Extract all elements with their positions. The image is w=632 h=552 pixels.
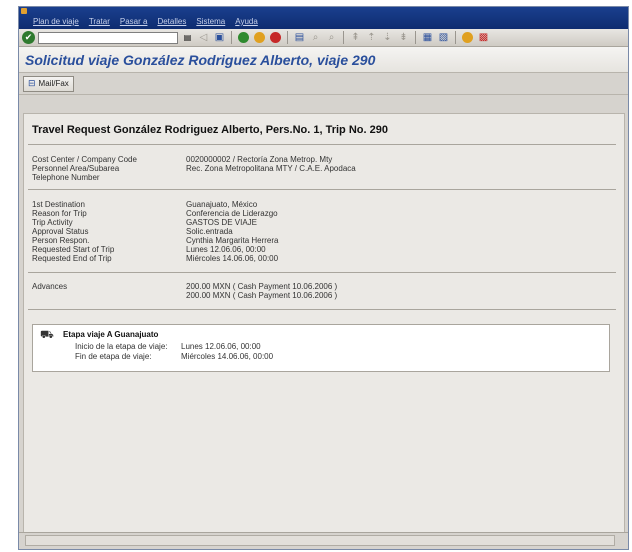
system-menu-icon[interactable] (21, 8, 27, 14)
print-icon[interactable]: ▤ (293, 31, 306, 44)
requested-end-value: Miércoles 14.06.06, 00:00 (186, 254, 279, 263)
trip-stage-box: ⛟ Etapa viaje A Guanajuato Inicio de la … (32, 324, 610, 372)
telephone-label: Telephone Number (32, 173, 100, 182)
last-page-icon[interactable]: ⇟ (397, 31, 410, 44)
reason-label: Reason for Trip (32, 209, 87, 218)
standard-toolbar: ✔ ▤ ◁ ▣ ▤ ⌕ ⌕ ⇞ ⇡ ⇣ ⇟ ▦ ▧ ▩ (19, 29, 628, 47)
destination-label: 1st Destination (32, 200, 85, 209)
stage-start-value: Lunes 12.06.06, 00:00 (181, 342, 261, 351)
menu-tratar[interactable]: Tratar (89, 17, 110, 29)
menu-bar: Plan de viaje Tratar Pasar a Detalles Si… (19, 7, 628, 29)
screen-title: Solicitud viaje González Rodriguez Alber… (25, 51, 376, 68)
personnel-area-label: Personnel Area/Subarea (32, 164, 120, 173)
application-toolbar: ⊟ Mail/Fax (19, 73, 628, 95)
cost-center-value: 0020000002 / Rectoría Zona Metrop. Mty (186, 155, 333, 164)
mail-fax-button[interactable]: ⊟ Mail/Fax (23, 75, 74, 92)
trip-summary-panel: Travel Request González Rodriguez Albert… (23, 113, 625, 533)
sap-window: Plan de viaje Tratar Pasar a Detalles Si… (18, 6, 629, 550)
stage-end-value: Miércoles 14.06.06, 00:00 (181, 352, 274, 361)
cost-center-label: Cost Center / Company Code (32, 155, 137, 164)
screen-title-bar: Solicitud viaje González Rodriguez Alber… (19, 47, 628, 73)
status-bar (19, 532, 628, 549)
travel-request-heading: Travel Request González Rodriguez Albert… (32, 124, 388, 136)
approval-status-value: Solic.entrada (186, 227, 233, 236)
divider (28, 189, 616, 190)
mail-fax-label: Mail/Fax (38, 79, 69, 88)
back-arrow-icon[interactable]: ◁ (197, 31, 210, 44)
activity-value: GASTOS DE VIAJE (186, 218, 257, 227)
enter-icon[interactable]: ✔ (22, 31, 35, 44)
requested-start-value: Lunes 12.06.06, 00:00 (186, 245, 266, 254)
status-message-field (25, 535, 615, 546)
activity-label: Trip Activity (32, 218, 73, 227)
toolbar-separator (343, 31, 344, 44)
advance-value-1: 200.00 MXN ( Cash Payment 10.06.2006 ) (186, 282, 338, 291)
reason-value: Conferencia de Liderazgo (186, 209, 278, 218)
help-icon[interactable] (461, 31, 474, 44)
stage-title: Etapa viaje A Guanajuato (63, 330, 159, 339)
stage-start-label: Inicio de la etapa de viaje: (75, 342, 168, 351)
next-page-icon[interactable]: ⇣ (381, 31, 394, 44)
menu-detalles[interactable]: Detalles (157, 17, 186, 29)
requested-start-label: Requested Start of Trip (32, 245, 115, 254)
back-icon[interactable] (237, 31, 250, 44)
person-responsible-value: Cynthia Margarita Herrera (186, 236, 279, 245)
divider (28, 309, 616, 310)
menu-ayuda[interactable]: Ayuda (235, 17, 258, 29)
personnel-area-value: Rec. Zona Metropolitana MTY / C.A.E. Apo… (186, 164, 356, 173)
divider (28, 144, 616, 145)
destination-value: Guanajuato, México (186, 200, 258, 209)
find-next-icon[interactable]: ⌕ (325, 31, 338, 44)
dropdown-icon[interactable]: ▤ (181, 31, 194, 44)
first-page-icon[interactable]: ⇞ (349, 31, 362, 44)
cancel-icon[interactable] (269, 31, 282, 44)
toolbar-separator (231, 31, 232, 44)
layout-menu-icon[interactable]: ▩ (477, 31, 490, 44)
shortcut-icon[interactable]: ▧ (437, 31, 450, 44)
previous-page-icon[interactable]: ⇡ (365, 31, 378, 44)
requested-end-label: Requested End of Trip (32, 254, 112, 263)
advances-label: Advances (32, 282, 68, 291)
menu-pasar-a[interactable]: Pasar a (120, 17, 148, 29)
menu-plan-de-viaje[interactable]: Plan de viaje (33, 17, 79, 29)
toolbar-separator (287, 31, 288, 44)
toolbar-separator (455, 31, 456, 44)
command-field[interactable] (38, 31, 178, 44)
person-responsible-label: Person Respon. (32, 236, 90, 245)
approval-status-label: Approval Status (32, 227, 89, 236)
travel-stage-icon: ⛟ (40, 329, 54, 341)
divider (28, 272, 616, 273)
menu-sistema[interactable]: Sistema (196, 17, 225, 29)
advance-value-2: 200.00 MXN ( Cash Payment 10.06.2006 ) (186, 291, 338, 300)
exit-icon[interactable] (253, 31, 266, 44)
mail-fax-icon: ⊟ (28, 78, 36, 88)
toolbar-separator (415, 31, 416, 44)
save-icon[interactable]: ▣ (213, 31, 226, 44)
find-icon[interactable]: ⌕ (309, 31, 322, 44)
new-session-icon[interactable]: ▦ (421, 31, 434, 44)
stage-end-label: Fin de etapa de viaje: (75, 352, 152, 361)
